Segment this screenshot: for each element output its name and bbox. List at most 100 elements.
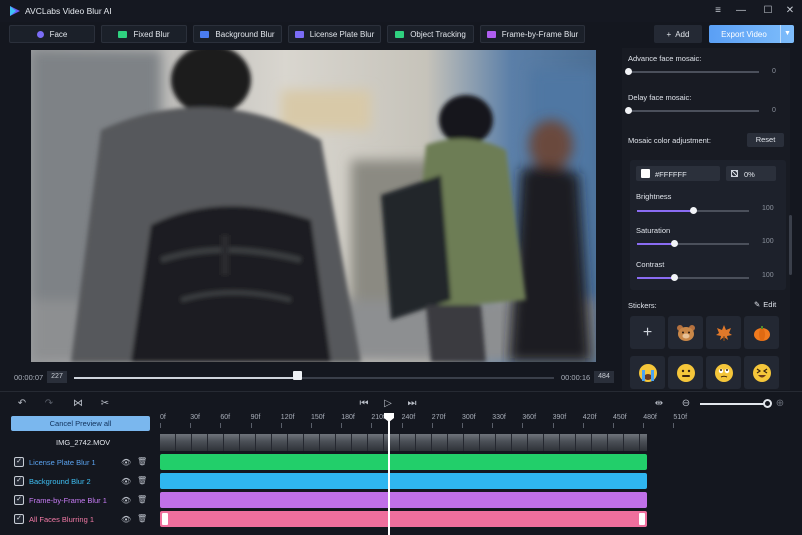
pencil-icon: ✎ (754, 300, 761, 309)
track-checkbox[interactable]: ✓ (14, 514, 24, 524)
undo-icon[interactable]: ↶ (15, 398, 29, 410)
export-video-button[interactable]: Export Video ▼ (709, 25, 794, 43)
tab-label: Object Tracking (410, 29, 466, 39)
ruler-tick (190, 423, 192, 428)
track-trim-handle-left[interactable] (162, 513, 168, 525)
track-checkbox[interactable]: ✓ (14, 457, 24, 467)
tab-background-blur[interactable]: Background Blur (193, 25, 282, 43)
fit-timeline-icon[interactable]: ⇹ (652, 398, 666, 410)
maximize-button[interactable]: ☐ (760, 3, 776, 19)
video-thumbnail (560, 434, 576, 451)
track-bar-frame-by-frame-blur[interactable] (160, 492, 647, 508)
track-name-license-plate-blur: License Plate Blur 1 (29, 458, 96, 467)
frame-by-frame-icon (486, 30, 496, 38)
chevron-down-icon[interactable]: ▼ (780, 25, 794, 43)
track-name-frame-by-frame-blur: Frame-by-Frame Blur 1 (29, 496, 107, 505)
ruler-label: 30f (190, 414, 200, 421)
eye-icon[interactable]: 👁 (121, 477, 132, 486)
sticker-crying-face[interactable] (630, 356, 665, 389)
zoom-out-icon[interactable]: ⊖ (679, 398, 693, 410)
zoom-in-icon[interactable]: ⊕ (773, 398, 787, 410)
saturation-knob[interactable] (671, 240, 678, 247)
ruler-tick (341, 423, 343, 428)
cancel-preview-all-button[interactable]: Cancel Preview all (11, 416, 150, 431)
video-thumbnail (224, 434, 240, 451)
advance-face-mosaic-knob[interactable] (625, 68, 632, 75)
edit-stickers-button[interactable]: ✎ Edit (754, 300, 776, 309)
sticker-pumpkin[interactable] (744, 316, 779, 349)
sticker-rolling-eyes-face[interactable] (706, 356, 741, 389)
add-button[interactable]: + Add (654, 25, 702, 43)
trash-icon[interactable]: 🗑 (137, 457, 147, 466)
delay-face-mosaic-slider[interactable] (629, 110, 759, 112)
video-thumbnail (368, 434, 384, 451)
video-frame-image (31, 50, 596, 362)
playhead-line[interactable] (388, 419, 390, 535)
trash-icon[interactable]: 🗑 (137, 476, 147, 485)
trash-icon[interactable]: 🗑 (137, 514, 147, 523)
sticker-grimacing-face[interactable] (668, 356, 703, 389)
track-checkbox[interactable]: ✓ (14, 495, 24, 505)
current-frame-field[interactable]: 227 (47, 371, 67, 383)
color-swatch[interactable] (641, 169, 650, 178)
contrast-knob[interactable] (671, 274, 678, 281)
tab-license-plate-blur[interactable]: License Plate Blur (288, 25, 381, 43)
play-icon[interactable]: ▷ (381, 398, 395, 410)
ruler-tick (250, 423, 252, 428)
delay-face-mosaic-knob[interactable] (625, 107, 632, 114)
sticker-bear[interactable] (668, 316, 703, 349)
stickers-label: Stickers: (628, 301, 657, 310)
timeline-ruler[interactable]: 0f 30f 60f 90f 120f 150f 180f 210f 240f 270f 300f 3… (160, 414, 687, 428)
edit-label: Edit (763, 300, 777, 309)
tab-label: Frame-by-Frame Blur (501, 29, 579, 39)
advance-face-mosaic-slider[interactable] (629, 71, 759, 73)
reset-button[interactable]: Reset (747, 133, 784, 147)
ruler-tick (160, 423, 161, 428)
app-logo-icon (10, 6, 20, 16)
tab-fixed-blur[interactable]: Fixed Blur (101, 25, 187, 43)
track-name-background-blur: Background Blur 2 (29, 477, 91, 486)
zoom-slider-knob[interactable] (763, 399, 772, 408)
scrub-handle[interactable] (293, 371, 302, 380)
zoom-slider[interactable] (700, 403, 768, 405)
panel-scrollbar[interactable] (789, 215, 792, 275)
track-trim-handle-right[interactable] (639, 513, 645, 525)
trash-icon[interactable]: 🗑 (137, 495, 147, 504)
ruler-label: 420f (582, 414, 597, 421)
add-label: Add (675, 29, 690, 39)
close-button[interactable]: ✕ (782, 3, 798, 19)
video-thumbnail (192, 434, 208, 451)
video-thumbnail (304, 434, 320, 451)
video-thumbnail (288, 434, 304, 451)
add-sticker-button[interactable]: + (630, 316, 665, 349)
sticker-maple-leaf[interactable] (706, 316, 741, 349)
video-thumbnail (160, 434, 176, 451)
tab-label: Background Blur (215, 29, 275, 39)
redo-icon[interactable]: ↷ (42, 398, 56, 410)
minimize-button[interactable]: — (733, 3, 749, 19)
ruler-tick (552, 423, 554, 428)
scissors-icon[interactable]: ✂ (98, 398, 112, 410)
sticker-squinting-face[interactable] (744, 356, 779, 389)
track-bar-background-blur[interactable] (160, 473, 647, 489)
next-frame-icon[interactable]: ⏭ (405, 398, 419, 410)
track-bar-all-faces-blurring[interactable] (160, 511, 647, 527)
tab-frame-by-frame-blur[interactable]: Frame-by-Frame Blur (480, 25, 585, 43)
split-icon[interactable]: ⋈ (71, 398, 85, 410)
track-checkbox[interactable]: ✓ (14, 476, 24, 486)
video-thumbnail-strip[interactable] (160, 434, 647, 451)
brightness-knob[interactable] (690, 207, 697, 214)
ruler-tick (462, 423, 463, 428)
previous-frame-icon[interactable]: ⏮ (357, 398, 371, 410)
eye-icon[interactable]: 👁 (121, 515, 132, 524)
eye-icon[interactable]: 👁 (121, 458, 132, 467)
eye-icon[interactable]: 👁 (121, 496, 132, 505)
track-bar-license-plate-blur[interactable] (160, 454, 647, 470)
ruler-label: 120f (280, 414, 295, 421)
tab-object-tracking[interactable]: Object Tracking (387, 25, 474, 43)
video-thumbnail (640, 434, 647, 451)
brightness-slider-fill (637, 210, 693, 212)
video-preview[interactable] (31, 50, 596, 362)
menu-icon[interactable]: ≡ (710, 3, 726, 19)
tab-face[interactable]: Face (9, 25, 95, 43)
